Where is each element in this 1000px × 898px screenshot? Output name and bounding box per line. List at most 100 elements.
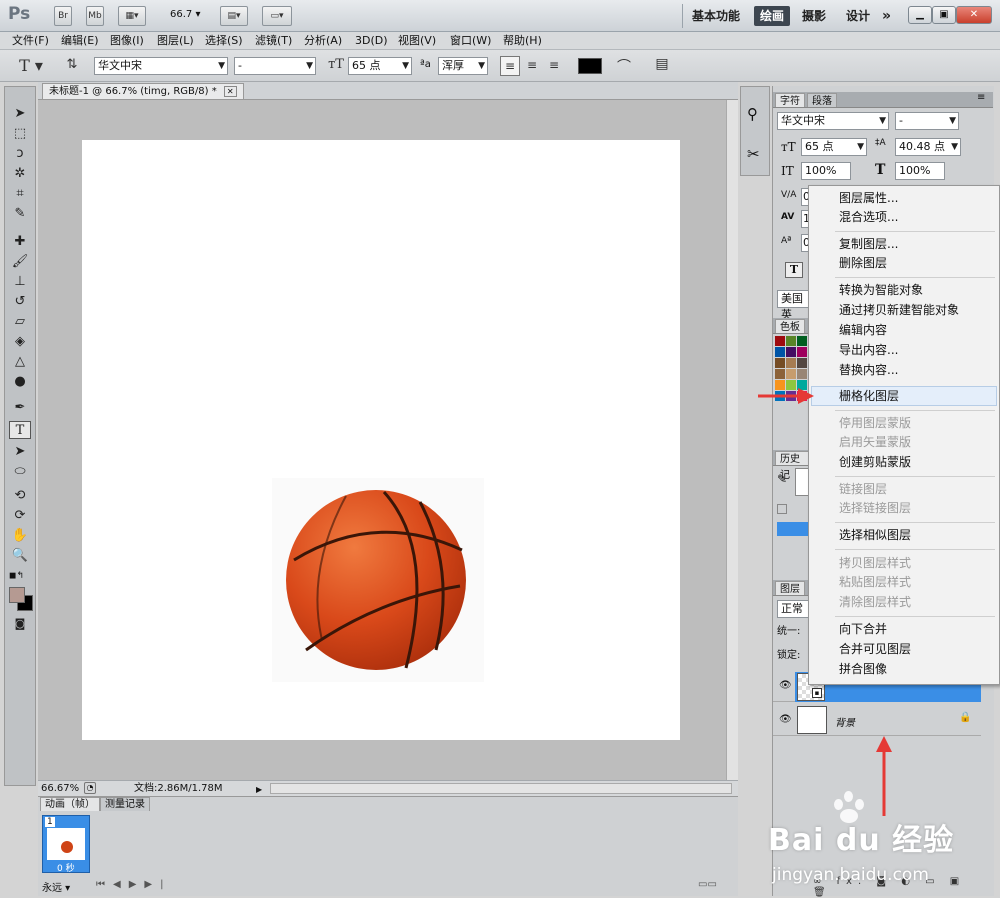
type-tool-icon[interactable]: T (9, 421, 31, 439)
tab-layers[interactable]: 图层 (775, 581, 805, 595)
menu-analysis[interactable]: 分析(A) (304, 33, 342, 49)
tab-animation-frames[interactable]: 动画（帧） (40, 797, 100, 811)
document-tab[interactable]: 未标题-1 @ 66.7% (timg, RGB/8) * ✕ (42, 83, 244, 99)
menu-item-delete-layer[interactable]: 删除图层 (839, 254, 887, 273)
menu-item-edit-contents[interactable]: 编辑内容 (839, 321, 887, 340)
color-swatch[interactable] (775, 347, 785, 357)
color-swatch[interactable] (797, 369, 807, 379)
menu-item-merge-down[interactable]: 向下合并 (839, 620, 887, 639)
menu-item-duplicate-layer[interactable]: 复制图层... (839, 235, 898, 254)
tab-paragraph[interactable]: 段落 (807, 93, 837, 107)
maximize-button[interactable]: ▣ (932, 6, 956, 24)
horizontal-scrollbar[interactable] (270, 783, 732, 794)
menu-item-replace-contents[interactable]: 替换内容... (839, 361, 898, 380)
color-swatch[interactable] (797, 336, 807, 346)
frame-delay[interactable]: 0 秒 (57, 861, 75, 874)
menu-layer[interactable]: 图层(L) (157, 33, 194, 49)
font-size-field[interactable]: 65 点 ▼ (348, 57, 412, 75)
status-menu-arrow-icon[interactable]: ▶ (256, 782, 266, 794)
color-swatch[interactable] (775, 336, 785, 346)
path-selection-tool-icon[interactable]: ➤ (9, 443, 31, 461)
hand-tool-icon[interactable]: ✋ (9, 527, 31, 545)
zoom-readout[interactable]: 66.67% (41, 781, 79, 796)
menu-select[interactable]: 选择(S) (205, 33, 243, 49)
zoom-tool-icon[interactable]: 🔍 (9, 547, 31, 565)
color-swatch[interactable] (775, 358, 785, 368)
minimize-button[interactable]: ▁ (908, 6, 932, 24)
history-item-checkbox[interactable] (777, 504, 787, 514)
antialias-select[interactable]: 浑厚 ▼ (438, 57, 488, 75)
tab-history[interactable]: 历史记 (775, 451, 809, 481)
warp-text-icon[interactable]: ⌒ (614, 56, 634, 76)
menu-item-rasterize-layer[interactable]: 栅格化图层 (839, 387, 899, 406)
color-swatch[interactable] (797, 358, 807, 368)
eraser-tool-icon[interactable]: ▱ (9, 313, 31, 331)
tab-character[interactable]: 字符 (775, 93, 805, 107)
type-tool-preset-picker[interactable]: T ▾ (14, 56, 48, 75)
menu-item-convert-smart-object[interactable]: 转换为智能对象 (839, 281, 923, 300)
tab-measurement-log[interactable]: 测量记录 (100, 797, 150, 811)
visibility-eye-icon[interactable]: 👁 (779, 714, 792, 725)
mini-bridge-button[interactable]: Mb (86, 6, 104, 26)
clone-stamp-tool-icon[interactable]: ⊥ (9, 273, 31, 291)
workspace-essentials[interactable]: 基本功能 (692, 6, 740, 26)
3d-orbit-tool-icon[interactable]: ⟳ (9, 507, 31, 525)
bridge-button[interactable]: Br (54, 6, 72, 26)
menu-view[interactable]: 视图(V) (398, 33, 436, 49)
history-item-selected[interactable] (777, 522, 809, 536)
menu-item-create-clipping-mask[interactable]: 创建剪贴蒙版 (839, 453, 911, 472)
marquee-tool-icon[interactable]: ⬚ (9, 125, 31, 143)
menu-3d[interactable]: 3D(D) (355, 33, 388, 49)
status-info-icon[interactable]: ◔ (84, 782, 96, 794)
align-center-button[interactable]: ≡ (522, 56, 542, 76)
char-horizontal-scale-field[interactable]: 100% (895, 162, 945, 180)
dodge-tool-icon[interactable]: ● (9, 373, 31, 391)
tab-swatches[interactable]: 色板 (775, 319, 805, 333)
document-canvas[interactable] (82, 140, 680, 740)
menu-item-new-smart-object-via-copy[interactable]: 通过拷贝新建智能对象 (839, 301, 959, 320)
color-swatch[interactable] (786, 369, 796, 379)
align-left-button[interactable]: ≡ (500, 56, 520, 76)
healing-brush-tool-icon[interactable]: ✚ (9, 233, 31, 251)
screen-mode-button[interactable]: ▭▾ (262, 6, 292, 26)
magic-wand-tool-icon[interactable]: ✲ (9, 165, 31, 183)
blur-tool-icon[interactable]: △ (9, 353, 31, 371)
history-brush-icon[interactable]: ✎ (777, 472, 787, 486)
menu-file[interactable]: 文件(F) (12, 33, 49, 49)
vertical-scrollbar[interactable] (726, 100, 738, 780)
convert-timeline-icon[interactable]: ▭▭ (698, 879, 717, 890)
blend-mode-select[interactable]: 正常 (777, 600, 809, 618)
visibility-eye-icon[interactable]: 👁 (779, 680, 792, 691)
history-brush-tool-icon[interactable]: ↺ (9, 293, 31, 311)
close-button[interactable]: ✕ (956, 6, 992, 24)
arrange-docs-button[interactable]: ▤▾ (220, 6, 248, 26)
workspace-painting[interactable]: 绘画 (754, 6, 791, 26)
panel-menu-icon[interactable]: ≡ (977, 92, 985, 103)
color-swatch[interactable] (775, 369, 785, 379)
history-snapshot-thumb[interactable] (795, 468, 809, 496)
menu-item-flatten-image[interactable]: 拼合图像 (839, 660, 887, 679)
move-tool-icon[interactable]: ➤ (9, 105, 31, 123)
more-workspaces-button[interactable]: » (882, 6, 891, 26)
color-swatch[interactable] (786, 336, 796, 346)
color-swatch[interactable] (786, 347, 796, 357)
3d-rotate-tool-icon[interactable]: ⟲ (9, 487, 31, 505)
default-colors-icon[interactable]: ◼↰ (9, 571, 24, 581)
zoom-level[interactable]: 66.7 ▾ (170, 9, 200, 20)
menu-item-blending-options[interactable]: 混合选项... (839, 208, 898, 227)
close-tab-icon[interactable]: ✕ (223, 86, 237, 97)
char-vertical-scale-field[interactable]: 100% (801, 162, 851, 180)
paint-bucket-tool-icon[interactable]: ◈ (9, 333, 31, 351)
clone-source-icon[interactable]: ✂ (747, 145, 760, 163)
char-leading-field[interactable]: 40.48 点 ▼ (895, 138, 961, 156)
animation-frame[interactable]: 1 0 秒 (42, 815, 90, 874)
faux-bold-button[interactable]: T (785, 262, 803, 278)
menu-item-export-contents[interactable]: 导出内容... (839, 341, 898, 360)
menu-help[interactable]: 帮助(H) (503, 33, 542, 49)
text-orientation-icon[interactable]: ⇅ (62, 57, 82, 72)
menu-filter[interactable]: 滤镜(T) (255, 33, 292, 49)
view-extras-button[interactable]: ▦▾ (118, 6, 146, 26)
menu-image[interactable]: 图像(I) (110, 33, 144, 49)
menu-item-select-similar-layers[interactable]: 选择相似图层 (839, 526, 911, 545)
char-font-family-select[interactable]: 华文中宋 ▼ (777, 112, 889, 130)
